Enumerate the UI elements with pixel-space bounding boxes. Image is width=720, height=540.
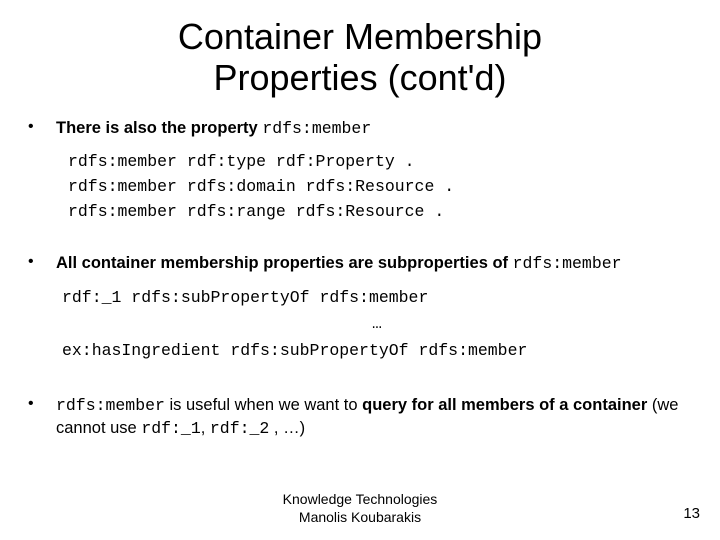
slide: Container Membership Properties (cont'd)… <box>0 0 720 540</box>
bullet-marker: • <box>28 117 56 243</box>
footer: Knowledge Technologies Manolis Koubaraki… <box>0 491 720 526</box>
bullet-3-text-1: is useful when we want to <box>165 396 362 414</box>
bullet-3-content: rdfs:member is useful when we want to qu… <box>56 394 692 441</box>
code2-line-1: rdf:_1 rdfs:subPropertyOf rdfs:member <box>62 286 692 311</box>
bullet-1-intro: There is also the property <box>56 119 262 137</box>
footer-line-1: Knowledge Technologies <box>283 491 438 507</box>
slide-title: Container Membership Properties (cont'd) <box>28 16 692 99</box>
bullet-2-intro: All container membership properties are … <box>56 254 513 272</box>
bullet-3: • rdfs:member is useful when we want to … <box>28 394 692 441</box>
title-line-1: Container Membership <box>178 16 542 57</box>
code-block-2: rdf:_1 rdfs:subPropertyOf rdfs:member … … <box>62 286 692 364</box>
code-block-1: rdfs:member rdf:type rdf:Property . rdfs… <box>68 150 692 224</box>
footer-line-2: Manolis Koubarakis <box>299 509 421 525</box>
bullet-marker: • <box>28 394 56 441</box>
bullet-1: • There is also the property rdfs:member… <box>28 117 692 243</box>
bullet-3-code-1: rdfs:member <box>56 396 165 415</box>
code2-line-2: ex:hasIngredient rdfs:subPropertyOf rdfs… <box>62 339 692 364</box>
bullet-1-code: rdfs:member <box>262 119 371 138</box>
bullet-1-content: There is also the property rdfs:member r… <box>56 117 692 243</box>
bullet-3-bold: query for all members of a container <box>362 396 647 414</box>
page-number: 13 <box>683 505 700 522</box>
title-line-2: Properties (cont'd) <box>214 57 507 98</box>
bullet-2: • All container membership properties ar… <box>28 252 692 384</box>
bullet-marker: • <box>28 252 56 384</box>
bullet-2-content: All container membership properties are … <box>56 252 692 384</box>
bullet-2-code: rdfs:member <box>513 254 622 273</box>
bullet-3-text-3: , <box>201 419 210 437</box>
bullet-3-code-2: rdf:_1 <box>141 419 200 438</box>
code2-ellipsis: … <box>62 312 692 337</box>
bullet-3-text-4: , …) <box>269 419 305 437</box>
bullet-list: • There is also the property rdfs:member… <box>28 117 692 441</box>
slide-body: • There is also the property rdfs:member… <box>28 117 692 441</box>
bullet-3-code-3: rdf:_2 <box>210 419 269 438</box>
